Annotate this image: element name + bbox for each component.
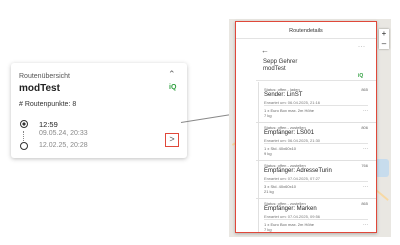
- stop-divider: [264, 219, 368, 220]
- stop-weight: 7 kg: [264, 113, 272, 118]
- overview-label: Routenübersicht: [19, 73, 70, 80]
- stop-separator: [256, 160, 376, 161]
- chevron-up-icon[interactable]: ⌃: [168, 69, 176, 80]
- stop-name: Sender: LinST: [264, 92, 303, 98]
- clock-icon: [20, 142, 28, 150]
- timeline-connector: [23, 131, 24, 141]
- more-options-icon[interactable]: ···: [358, 44, 366, 50]
- route-end-time: 12.02.25, 20:28: [39, 142, 88, 149]
- stop-more-icon[interactable]: ···: [363, 108, 368, 114]
- duration-icon: [20, 120, 28, 128]
- iq-badge: iQ: [169, 84, 177, 91]
- zoom-out-button[interactable]: –: [379, 39, 389, 49]
- driver-name: Sepp Gehrer: [263, 59, 298, 65]
- route-duration: 12:59: [39, 120, 58, 129]
- route-overview-card: Routenübersicht ⌃ modTest iQ # Routenpun…: [11, 63, 187, 158]
- arrow-left-icon[interactable]: ←: [261, 46, 269, 55]
- stop-weight: 7 kg: [264, 227, 272, 232]
- map-zoom-control: + –: [379, 29, 389, 49]
- route-details-panel: Routendetails ← ··· Sepp Gehrer modTest …: [235, 21, 377, 233]
- stop-distance: 865: [361, 87, 368, 92]
- stop-distance: 766: [361, 163, 368, 168]
- section-divider: [256, 80, 376, 81]
- iq-badge: iQ: [358, 73, 364, 79]
- stop-name: Empfänger: Marken: [264, 206, 317, 212]
- stop-distance: 806: [361, 125, 368, 130]
- chevron-right-icon: >: [169, 134, 175, 144]
- header-divider: [236, 38, 376, 39]
- stop-weight: 9 kg: [264, 151, 272, 156]
- stop-more-icon[interactable]: ···: [363, 222, 368, 228]
- map-road: [375, 189, 389, 201]
- stop-divider: [264, 105, 368, 106]
- route-points-count: # Routenpunkte: 8: [19, 101, 77, 108]
- map-water: [375, 159, 389, 177]
- stop-divider: [264, 181, 368, 182]
- stop-more-icon[interactable]: ···: [363, 146, 368, 152]
- stop-separator: [256, 198, 376, 199]
- stop-name: Empfänger: LS001: [264, 130, 315, 136]
- route-start-time: 09.05.24, 20:33: [39, 130, 88, 137]
- open-route-details-button[interactable]: >: [165, 133, 179, 147]
- stop-distance: 865: [361, 201, 368, 206]
- stops-rail: [258, 82, 259, 232]
- route-title: modTest: [19, 83, 60, 94]
- stop-separator: [256, 122, 376, 123]
- route-name: modTest: [263, 66, 286, 72]
- panel-title: Routendetails: [289, 28, 323, 34]
- zoom-in-button[interactable]: +: [379, 29, 389, 39]
- stop-more-icon[interactable]: ···: [363, 184, 368, 190]
- stop-weight: 21 kg: [264, 189, 274, 194]
- stop-name: Empfänger: AdresseTurin: [264, 168, 332, 174]
- stop-divider: [264, 143, 368, 144]
